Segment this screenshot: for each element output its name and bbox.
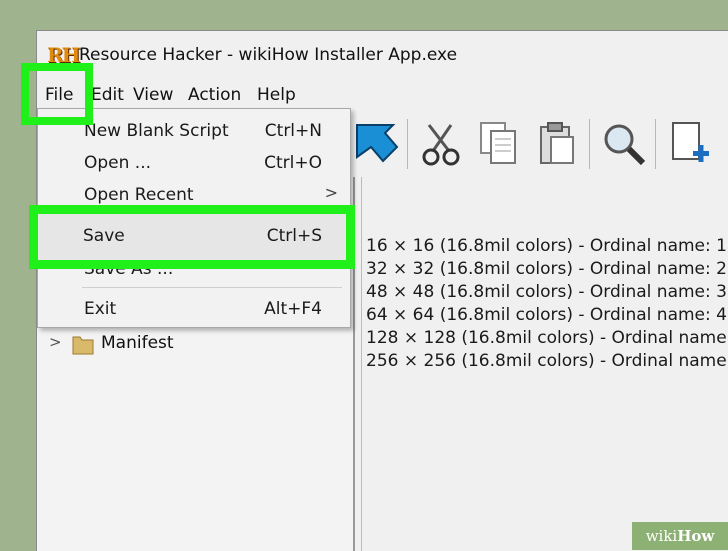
menu-item-label: Exit [84, 299, 117, 319]
content-line: 16 × 16 (16.8mil colors) - Ordinal name:… [366, 236, 727, 256]
menu-item-label: Open ... [84, 153, 152, 173]
menu-bar: File Edit View Action Help [37, 79, 728, 111]
menu-item-exit[interactable]: Exit Alt+F4 [38, 293, 350, 325]
content-line: 128 × 128 (16.8mil colors) - Ordinal nam… [366, 328, 728, 348]
chevron-right-icon: > [324, 183, 338, 202]
content-line: 48 × 48 (16.8mil colors) - Ordinal name:… [366, 282, 727, 302]
menu-item-shortcut: Ctrl+O [264, 153, 322, 173]
search-icon[interactable] [597, 117, 651, 171]
highlight-box-file [21, 63, 93, 125]
chevron-right-icon[interactable]: > [49, 333, 62, 351]
toolbar-separator [655, 119, 656, 169]
watermark-suffix: How [677, 527, 715, 545]
menu-item-shortcut: Ctrl+N [264, 121, 322, 141]
paste-icon[interactable] [531, 117, 585, 171]
menu-item-label: New Blank Script [84, 121, 229, 141]
copy-icon[interactable] [473, 117, 527, 171]
tree-item-label: Manifest [101, 333, 174, 353]
title-bar: RH Resource Hacker - wikiHow Installer A… [37, 31, 728, 77]
resource-content: 16 × 16 (16.8mil colors) - Ordinal name:… [361, 177, 728, 551]
menu-separator [82, 287, 342, 288]
content-line: 64 × 64 (16.8mil colors) - Ordinal name:… [366, 305, 727, 325]
menu-item-label: Open Recent [84, 185, 194, 205]
menu-view[interactable]: View [127, 79, 179, 111]
menu-help[interactable]: Help [251, 79, 302, 111]
menu-item-shortcut: Alt+F4 [264, 299, 322, 319]
menu-action[interactable]: Action [182, 79, 247, 111]
folder-icon [71, 332, 95, 361]
watermark-prefix: wiki [645, 527, 678, 545]
content-line: 32 × 32 (16.8mil colors) - Ordinal name:… [366, 259, 727, 279]
window-title: Resource Hacker - wikiHow Installer App.… [79, 45, 458, 65]
toolbar-separator [407, 119, 408, 169]
wikihow-watermark: wikiHow [632, 522, 728, 550]
arrow-icon[interactable] [349, 117, 403, 171]
highlight-box-save [29, 205, 355, 269]
scissors-icon[interactable] [415, 117, 469, 171]
menu-item-open[interactable]: Open ... Ctrl+O [38, 147, 350, 179]
content-line: 256 × 256 (16.8mil colors) - Ordinal nam… [366, 351, 728, 371]
toolbar-separator [589, 119, 590, 169]
new-file-icon[interactable] [663, 117, 717, 171]
